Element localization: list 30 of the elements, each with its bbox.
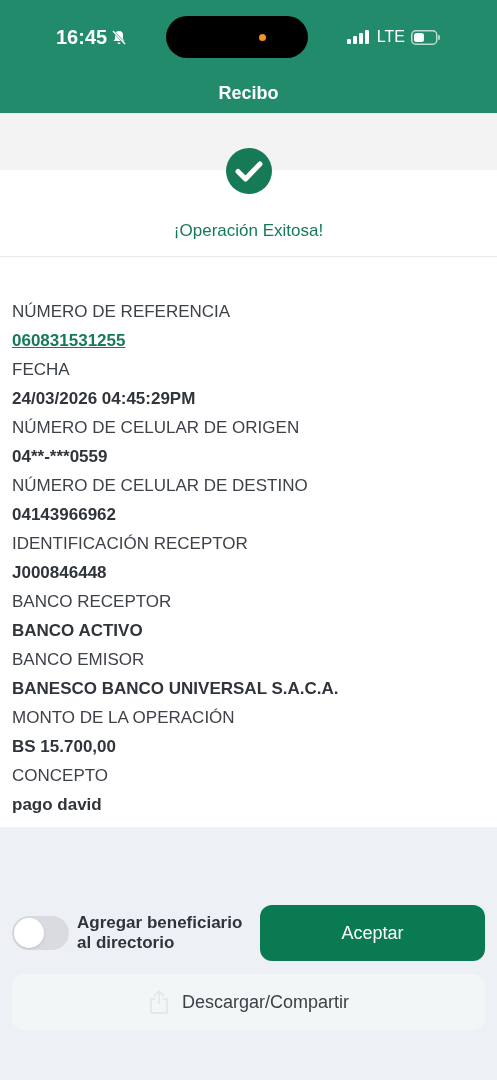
field-label: IDENTIFICACIÓN RECEPTOR — [12, 533, 249, 555]
field-label: CONCEPTO — [12, 765, 110, 787]
toggle-switch[interactable] — [12, 916, 69, 950]
field-value: 24/03/2026 04:45:29PM — [12, 388, 197, 410]
field-label: NÚMERO DE CELULAR DE ORIGEN — [12, 417, 301, 439]
field-value: 04143966962 — [12, 504, 117, 526]
bell-muted-icon — [111, 29, 128, 45]
check-circle-icon — [225, 148, 272, 194]
field-value: 04**-***0559 — [12, 446, 109, 468]
field-value: BANESCO BANCO UNIVERSAL S.A.C.A. — [12, 678, 340, 700]
field-label: BANCO RECEPTOR — [12, 591, 173, 613]
accept-button[interactable]: Aceptar — [260, 905, 485, 961]
signal-icon — [346, 30, 371, 44]
field-value: BS 15.700,00 — [12, 736, 117, 758]
field-value: J000846448 — [12, 562, 108, 584]
toggle-label: Agregar beneficiario al directorio — [77, 913, 244, 953]
network-label: LTE — [376, 27, 405, 47]
field-value: pago david — [12, 794, 103, 816]
field-label: BANCO EMISOR — [12, 649, 146, 671]
field-label: MONTO DE LA OPERACIÓN — [12, 707, 236, 729]
field-label: FECHA — [12, 359, 71, 381]
screen-title: Recibo — [218, 82, 279, 105]
field-label: NÚMERO DE REFERENCIA — [12, 301, 232, 323]
success-message: ¡Operación Exitosa! — [173, 220, 324, 242]
share-button[interactable]: Descargar/Compartir — [12, 974, 485, 1030]
field-value: BANCO ACTIVO — [12, 620, 144, 642]
field-label: NÚMERO DE CELULAR DE DESTINO — [12, 475, 309, 497]
status-time: 16:45 — [56, 25, 108, 50]
reference-link[interactable]: 060831531255 — [12, 326, 126, 355]
battery-icon — [411, 29, 441, 45]
